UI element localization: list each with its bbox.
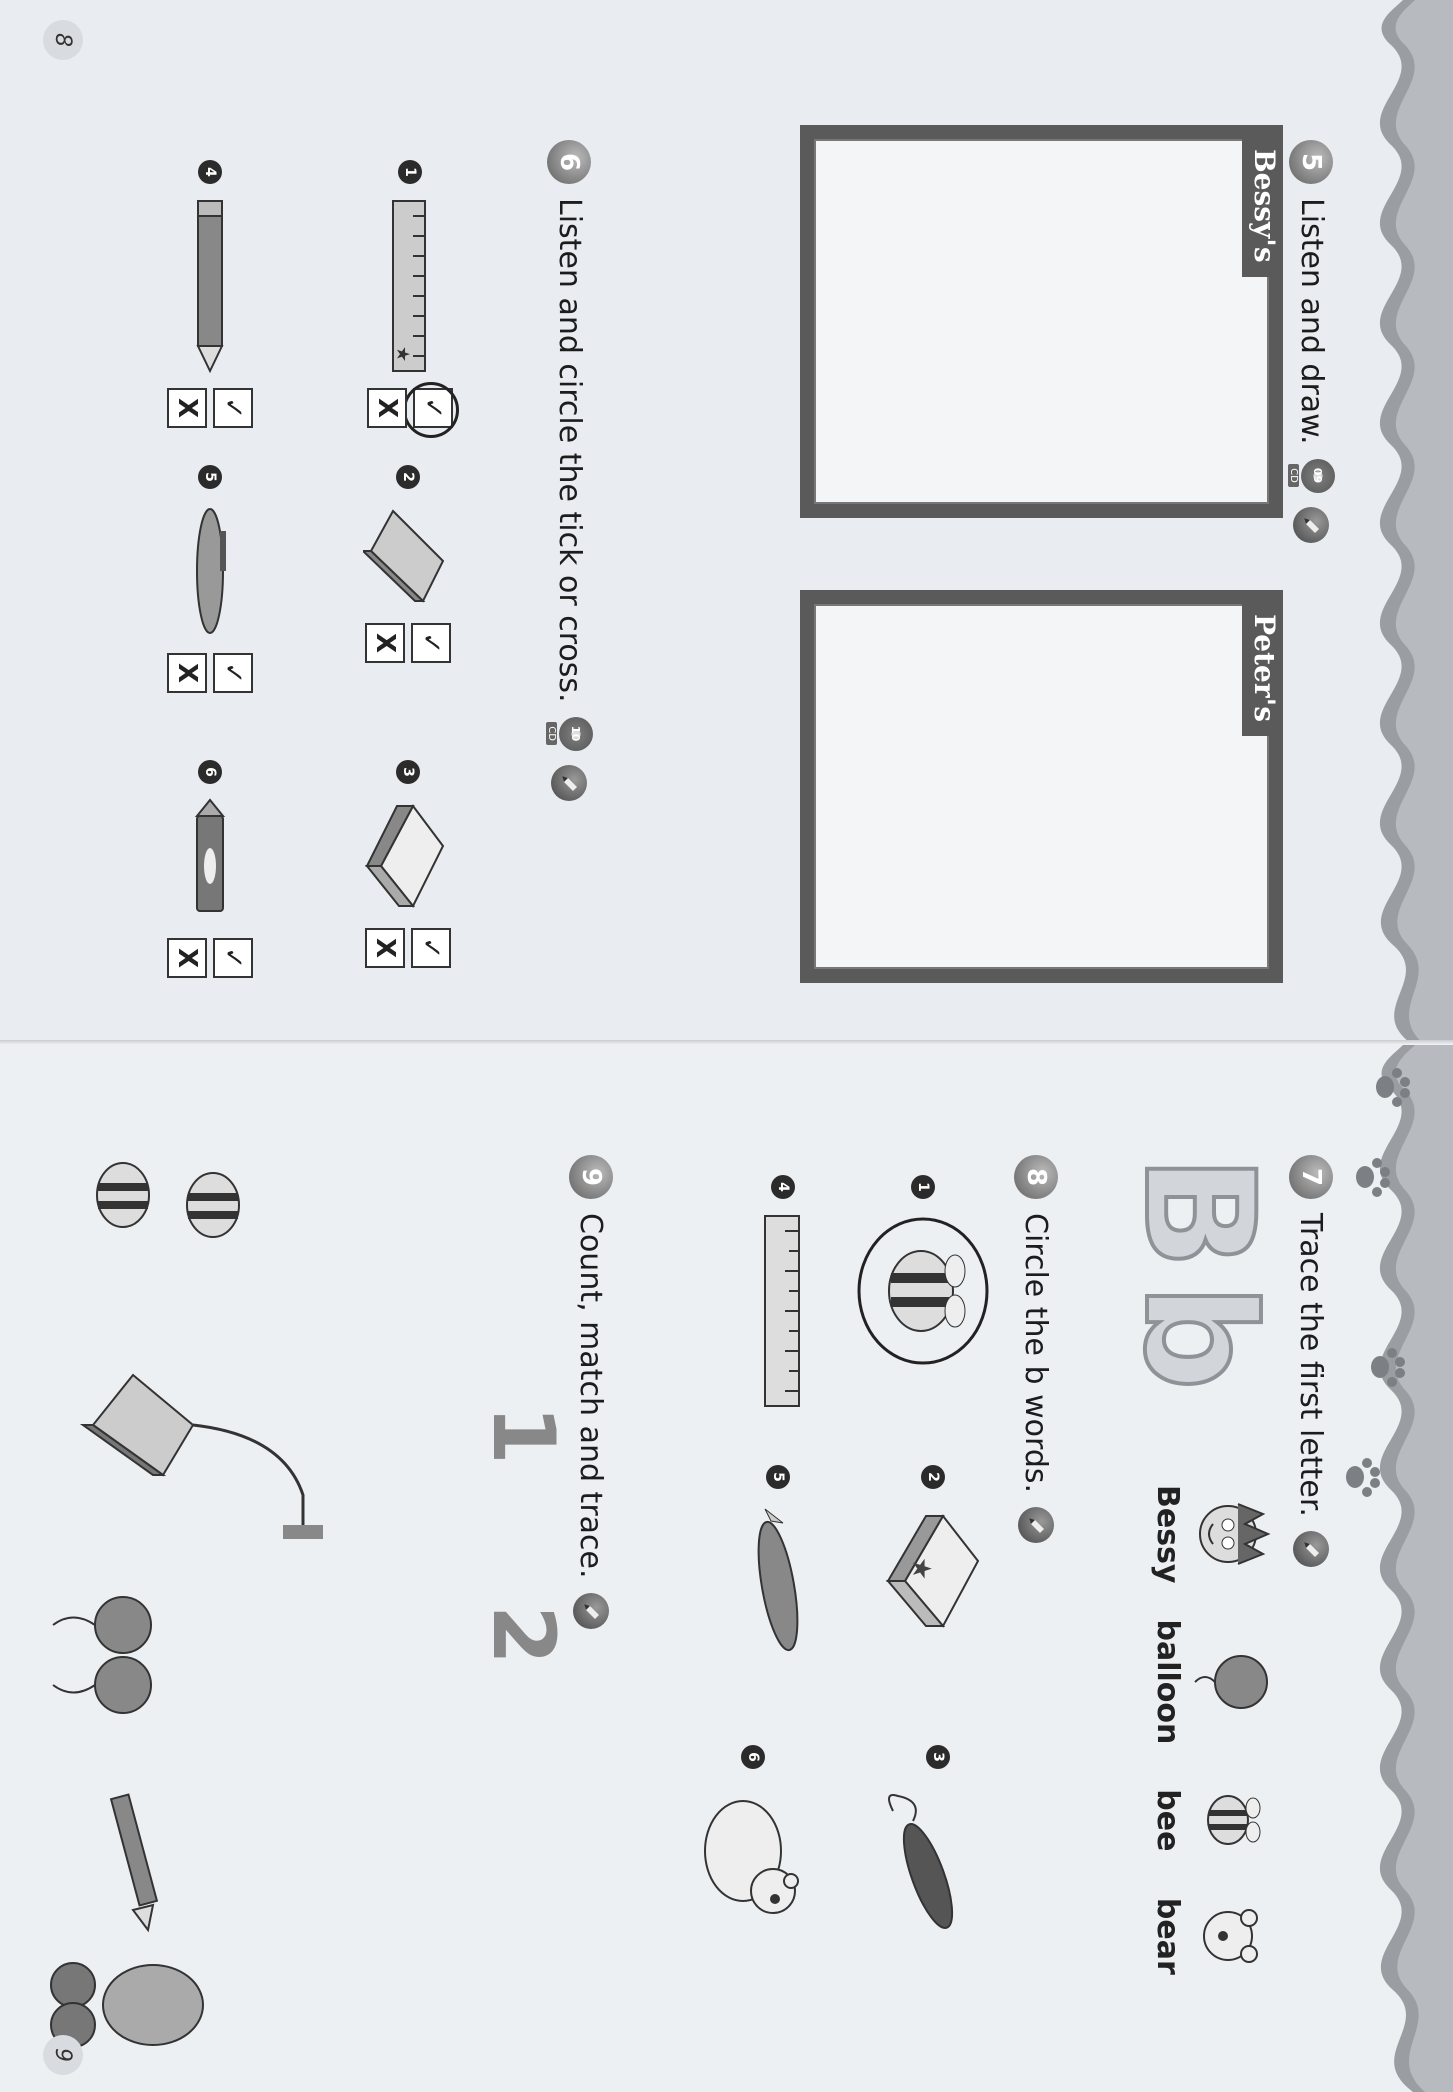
task-instruction: Listen and draw.	[1294, 198, 1329, 445]
task-9-header: 9 Count, match and trace.	[569, 1155, 613, 1629]
wave-border-left	[1379, 0, 1453, 1045]
pencil-drawing-icon	[109, 1793, 159, 1933]
pen-icon	[757, 1508, 799, 1652]
bear-icon	[704, 1800, 799, 1914]
task-number: 9	[569, 1155, 613, 1199]
trace-letter-upper[interactable]: B	[1109, 1153, 1287, 1271]
bear-icon	[50, 1962, 204, 2048]
pencil-drawing-icon	[196, 200, 224, 374]
circle-item-3[interactable]: 3	[883, 1745, 993, 1941]
bee-icon	[857, 1217, 989, 1365]
cross-box[interactable]: X	[367, 388, 407, 428]
frame-label: Bessy's	[1242, 139, 1283, 277]
balloon-icon	[52, 1596, 152, 1714]
bee-icon	[1207, 1795, 1261, 1846]
count-match-pictures	[50, 1162, 323, 2048]
word-list: Bessy balloon bee bear	[1150, 1485, 1273, 1976]
tick-box[interactable]: ✓	[411, 623, 451, 663]
bee-icon	[96, 1162, 240, 1238]
eraser-icon	[364, 804, 445, 908]
cross-box[interactable]: X	[365, 623, 405, 663]
word-item: balloon	[1150, 1619, 1273, 1744]
balloon-icon	[1194, 1654, 1268, 1709]
page-number: 9	[43, 2035, 83, 2075]
task-instruction: Listen and circle the tick or cross.	[552, 198, 587, 703]
pencil-icon	[551, 764, 588, 801]
circle-item-4[interactable]: 4	[753, 1175, 813, 1411]
tick-box[interactable]: ✓	[213, 938, 253, 978]
word-item: Bessy	[1150, 1485, 1273, 1583]
pencil-icon	[1293, 506, 1330, 543]
cross-box[interactable]: X	[167, 938, 207, 978]
paw-icon	[1376, 1068, 1410, 1107]
cd-icon: 10 CD	[546, 716, 593, 751]
wave-border-right	[1379, 1045, 1453, 2092]
circle-item-5[interactable]: 5	[743, 1465, 813, 1661]
task-number: 6	[547, 140, 592, 184]
cd-icon: 09 CD	[1288, 458, 1335, 493]
word-item: bear	[1150, 1896, 1273, 1976]
crayon-icon	[194, 798, 226, 912]
tick-cross-item-3: 3 ✓ X	[363, 760, 453, 968]
pencil-icon	[1293, 1530, 1329, 1567]
paw-icon	[1356, 1158, 1390, 1197]
task-7-header: 7 Trace the first letter.	[1289, 1155, 1333, 1567]
match-line	[192, 1423, 305, 1525]
task-5-header: 5 Listen and draw. 09 CD	[1288, 140, 1335, 543]
page-number: 8	[43, 20, 83, 60]
trace-letters[interactable]: B b	[1109, 1153, 1287, 1393]
trace-line	[283, 1525, 323, 1539]
girl-face-icon	[1199, 1503, 1271, 1566]
svg-text:★: ★	[392, 346, 413, 362]
word-item: bee	[1150, 1780, 1273, 1860]
tick-box[interactable]: ✓	[213, 388, 253, 428]
book-spread: 5 Listen and draw. 09 CD Bessy's Peter's…	[0, 0, 1453, 2092]
tick-cross-item-6: 6 ✓ X	[167, 760, 253, 978]
left-page: 5 Listen and draw. 09 CD Bessy's Peter's…	[0, 0, 1453, 1045]
circle-item-2[interactable]: 2 ★	[873, 1465, 993, 1641]
ruler-icon: ★	[392, 200, 426, 372]
pen-icon	[196, 508, 226, 634]
task-number: 8	[1014, 1155, 1058, 1199]
task-instruction: Circle the b words.	[1018, 1213, 1054, 1494]
task-number: 5	[1289, 140, 1334, 184]
cross-box[interactable]: X	[167, 653, 207, 693]
cross-box[interactable]: X	[167, 388, 207, 428]
pencil-icon	[573, 1592, 609, 1629]
tick-box[interactable]: ✓	[213, 653, 253, 693]
tick-box[interactable]: ✓	[413, 388, 453, 428]
paw-icon	[1346, 1458, 1380, 1497]
task-instruction: Trace the first letter.	[1293, 1213, 1329, 1517]
frame-label: Peter's	[1242, 604, 1283, 736]
trace-digit-1[interactable]: 1	[473, 1405, 573, 1465]
right-page: 7 Trace the first letter. B b Bessy ball…	[0, 1045, 1453, 2092]
svg-text:★: ★	[906, 1557, 936, 1580]
circle-item-1[interactable]: 1	[853, 1175, 993, 1371]
tick-box[interactable]: ✓	[411, 928, 451, 968]
tick-cross-item-4: 4 ✓ X	[167, 160, 253, 428]
cross-box[interactable]: X	[365, 928, 405, 968]
paw-icon	[1371, 1348, 1405, 1387]
notebook-icon	[363, 509, 445, 603]
drawing-frame-bessy[interactable]: Bessy's	[800, 125, 1283, 518]
task-6-header: 6 Listen and circle the tick or cross. 1…	[546, 140, 593, 801]
drawing-frame-peter[interactable]: Peter's	[800, 590, 1283, 983]
pencil-icon	[1018, 1507, 1054, 1544]
trace-letter-lower[interactable]: b	[1109, 1281, 1287, 1392]
task-8-header: 8 Circle the b words.	[1014, 1155, 1058, 1544]
task-instruction: Count, match and trace.	[573, 1213, 609, 1579]
trace-digit-2[interactable]: 2	[473, 1605, 573, 1665]
balloon-icon	[888, 1794, 954, 1929]
circle-item-6[interactable]: 6	[693, 1745, 813, 1921]
eraser-icon: ★	[885, 1514, 980, 1628]
ruler-icon	[764, 1215, 800, 1407]
bear-icon	[1203, 1909, 1258, 1964]
notebook-icon	[79, 1373, 195, 1477]
task-number: 7	[1289, 1155, 1333, 1199]
tick-cross-item-5: 5 ✓ X	[167, 465, 253, 693]
tick-cross-item-1: 1 ★ ✓ X	[367, 160, 453, 428]
tick-cross-item-2: 2 ✓ X	[363, 465, 453, 663]
